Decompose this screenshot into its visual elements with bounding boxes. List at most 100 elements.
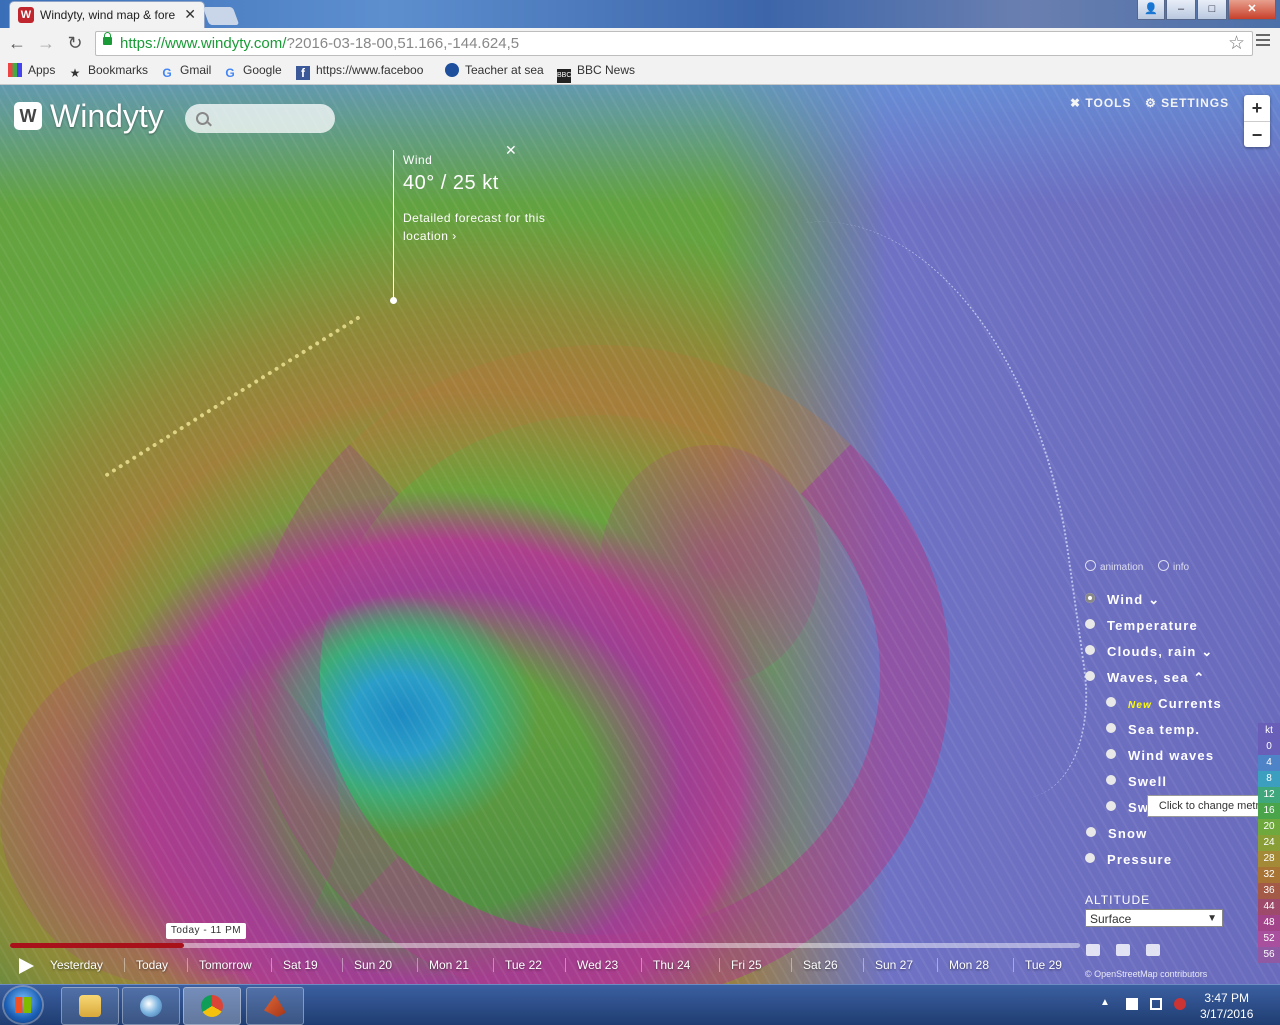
bookmark-google[interactable]: G Google (223, 63, 281, 80)
legend-unit: kt (1258, 723, 1280, 739)
altitude-label: ALTITUDE (1085, 893, 1151, 907)
overlay-pressure[interactable]: Pressure (1085, 852, 1172, 867)
url-text[interactable]: https://www.windyty.com/?2016-03-18-00,5… (120, 35, 519, 52)
overlay-wind[interactable]: Wind ⌄ (1085, 592, 1160, 608)
tray-arrow-icon[interactable]: ▲ (1100, 997, 1110, 1008)
bookmark-facebook[interactable]: f https://www.faceboo (296, 63, 423, 80)
timeline-day[interactable]: Today (123, 958, 168, 972)
overlay-swell-period[interactable]: Sw (1106, 800, 1149, 815)
apps-icon (8, 63, 22, 77)
lock-icon (103, 32, 112, 45)
timeline-day[interactable]: Fri 25 (719, 958, 762, 972)
overlay-temperature[interactable]: Temperature (1085, 618, 1198, 633)
timeline-track[interactable] (10, 943, 1080, 948)
explorer-taskbar-button[interactable] (61, 987, 119, 1025)
radio-icon (1085, 671, 1095, 681)
timeline-day[interactable]: Tue 22 (493, 958, 542, 972)
chrome-taskbar-button[interactable] (183, 987, 241, 1025)
overlay-snow[interactable]: Snow (1086, 826, 1147, 841)
color-legend[interactable]: kt 0 4 8 12 16 20 24 28 32 36 44 48 52 56 (1258, 723, 1280, 963)
timeline-day[interactable]: Wed 23 (564, 958, 618, 972)
back-arrow-icon[interactable]: ← (6, 32, 28, 54)
animation-radio-icon (1085, 560, 1096, 571)
tab-close-icon[interactable]: ✕ (184, 6, 196, 23)
windows-taskbar: ▲ 3:47 PM 3/17/2016 (0, 984, 1280, 1025)
overlay-clouds-rain[interactable]: Clouds, rain ⌄ (1085, 644, 1213, 660)
location-marker[interactable] (390, 297, 397, 304)
radio-icon (1085, 593, 1095, 603)
windyty-favicon-icon: W (18, 7, 34, 23)
animation-toggle[interactable]: animation (1085, 560, 1143, 573)
network-icon[interactable] (1150, 998, 1162, 1010)
tools-button[interactable]: ✖ TOOLS (1070, 96, 1132, 110)
bbc-icon: BBC (557, 69, 571, 83)
maximize-button[interactable]: □ (1197, 0, 1227, 20)
timeline-day[interactable]: Sun 20 (341, 958, 392, 972)
twitter-icon[interactable] (1116, 944, 1130, 956)
bookmark-gmail[interactable]: G Gmail (160, 63, 211, 80)
legend-value: 8 (1258, 771, 1280, 787)
timeline-day[interactable]: Tomorrow (187, 958, 252, 972)
altitude-select[interactable]: Surface ▼ (1085, 909, 1223, 927)
flag-icon[interactable] (1126, 998, 1138, 1010)
minimize-button[interactable]: – (1166, 0, 1196, 20)
timeline-day[interactable]: Thu 24 (640, 958, 690, 972)
legend-value: 24 (1258, 835, 1280, 851)
timeline-day[interactable]: Sun 27 (862, 958, 913, 972)
radio-icon (1106, 697, 1116, 707)
volume-muted-icon[interactable] (1174, 998, 1186, 1010)
wind-particles (0, 85, 1280, 984)
zoom-in-button[interactable]: + (1244, 95, 1270, 121)
facebook-icon[interactable] (1086, 944, 1100, 956)
popup-label: Wind (403, 153, 433, 167)
bookmark-apps[interactable]: Apps (8, 63, 55, 77)
tools-icon: ✖ (1070, 96, 1086, 110)
detailed-forecast-link[interactable]: Detailed forecast for this location › (403, 209, 553, 245)
legend-value: 52 (1258, 931, 1280, 947)
radio-icon (1106, 749, 1116, 759)
close-window-button[interactable]: ✕ (1228, 0, 1276, 20)
overlay-currents[interactable]: New Currents (1106, 696, 1222, 711)
overlay-sea-temp[interactable]: Sea temp. (1106, 722, 1200, 737)
start-button[interactable] (4, 987, 42, 1023)
timeline-day[interactable]: Tue 29 (1013, 958, 1062, 972)
chat-icon[interactable] (1146, 944, 1160, 956)
system-tray: ▲ 3:47 PM 3/17/2016 (1090, 985, 1280, 1025)
new-tab-button[interactable] (202, 7, 240, 25)
settings-button[interactable]: ⚙ SETTINGS (1145, 96, 1229, 110)
user-icon[interactable]: 👤 (1137, 0, 1165, 20)
overlay-waves-sea[interactable]: Waves, sea ⌃ (1085, 670, 1206, 686)
overlay-wind-waves[interactable]: Wind waves (1106, 748, 1214, 763)
browser-tab[interactable]: W Windyty, wind map & fore ✕ (10, 2, 204, 28)
timeline-day[interactable]: Mon 21 (416, 958, 469, 972)
timeline-day[interactable]: Yesterday (50, 958, 103, 972)
bookmark-star-icon[interactable]: ☆ (1228, 32, 1245, 55)
timeline-day[interactable]: Mon 28 (936, 958, 989, 972)
window-titlebar: W Windyty, wind map & fore ✕ 👤 – □ ✕ (0, 0, 1280, 28)
info-toggle[interactable]: info (1158, 560, 1189, 573)
wind-map[interactable]: W Windyty ✖ TOOLS ⚙ SETTINGS + − Wind 40… (0, 85, 1280, 984)
play-icon[interactable] (19, 958, 34, 974)
browser-toolbar: ← → ↻ https://www.windyty.com/?2016-03-1… (0, 28, 1280, 58)
chrome-menu-icon[interactable] (1256, 34, 1270, 49)
attribution[interactable]: © OpenStreetMap contributors (1085, 969, 1207, 979)
matlab-taskbar-button[interactable] (246, 987, 304, 1025)
bookmark-bookmarks[interactable]: ★ Bookmarks (68, 63, 148, 80)
bookmark-teacher-at-sea[interactable]: Teacher at sea (445, 63, 544, 77)
paint-taskbar-button[interactable] (122, 987, 180, 1025)
legend-value: 28 (1258, 851, 1280, 867)
popup-close-icon[interactable]: ✕ (505, 142, 517, 159)
timeline-day[interactable]: Sat 26 (791, 958, 838, 972)
bookmark-bbc-news[interactable]: BBC BBC News (557, 63, 635, 83)
radio-icon (1085, 853, 1095, 863)
taskbar-clock[interactable]: 3:47 PM 3/17/2016 (1200, 990, 1253, 1022)
gear-icon: ⚙ (1145, 96, 1162, 110)
address-bar[interactable]: https://www.windyty.com/?2016-03-18-00,5… (95, 31, 1253, 56)
overlay-swell[interactable]: Swell (1106, 774, 1167, 789)
reload-icon[interactable]: ↻ (64, 32, 86, 54)
timeline-day[interactable]: Sat 19 (271, 958, 318, 972)
zoom-out-button[interactable]: − (1244, 121, 1270, 148)
matlab-icon (264, 995, 286, 1017)
forward-arrow-icon[interactable]: → (35, 32, 57, 54)
window-controls: 👤 – □ ✕ (1136, 0, 1276, 20)
